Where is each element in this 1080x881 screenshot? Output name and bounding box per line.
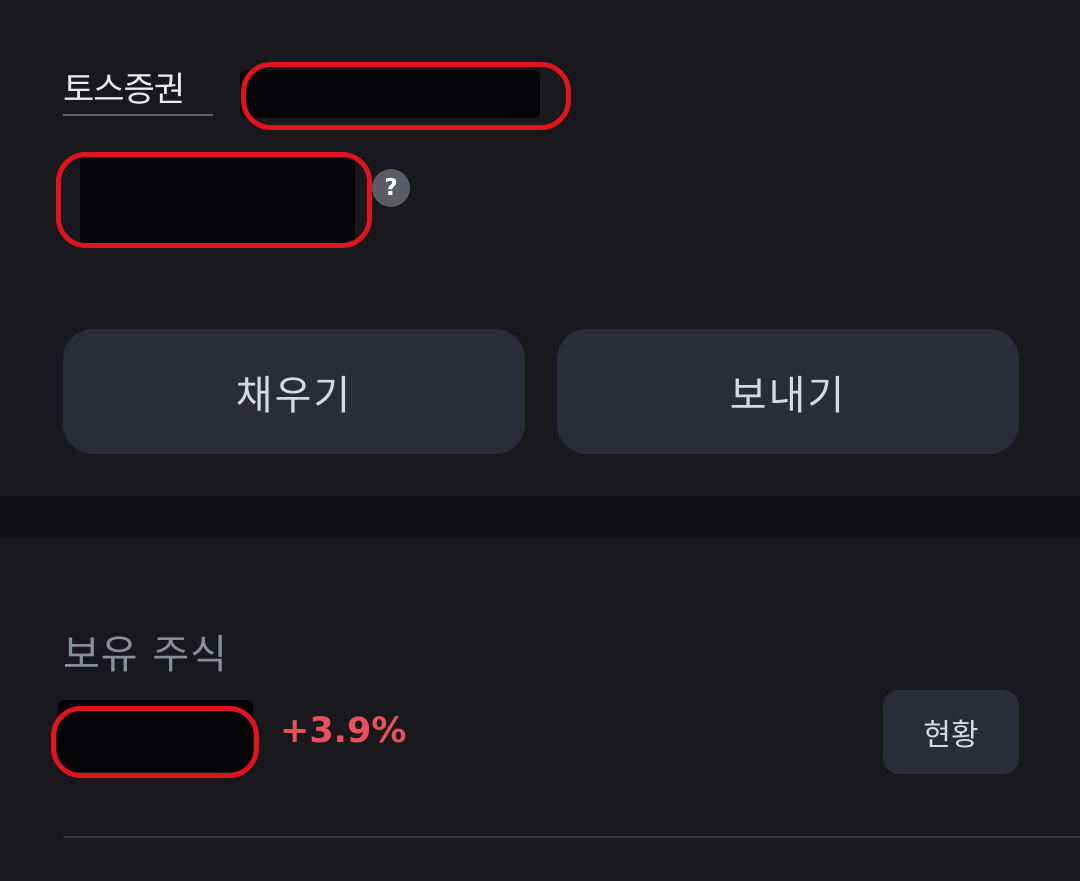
account-brand-underline [63,114,213,116]
help-icon[interactable]: ? [372,169,410,207]
holdings-title: 보유 주식 [63,632,228,678]
redaction-outline-account-number [241,62,571,130]
redaction-outline-holdings-value [51,706,259,778]
holdings-status-button[interactable]: 현황 [883,690,1019,774]
section-divider [0,496,1080,538]
list-divider [63,836,1080,838]
holdings-change-percent: +3.9% [280,711,407,751]
redaction-outline-balance [56,152,372,248]
send-button[interactable]: 보내기 [557,329,1019,454]
fill-button[interactable]: 채우기 [63,329,525,454]
toss-securities-account-screen: 토스증권 ? 채우기 보내기 보유 주식 +3.9% 현황 [0,0,1080,881]
account-brand-label[interactable]: 토스증권 [63,66,185,114]
